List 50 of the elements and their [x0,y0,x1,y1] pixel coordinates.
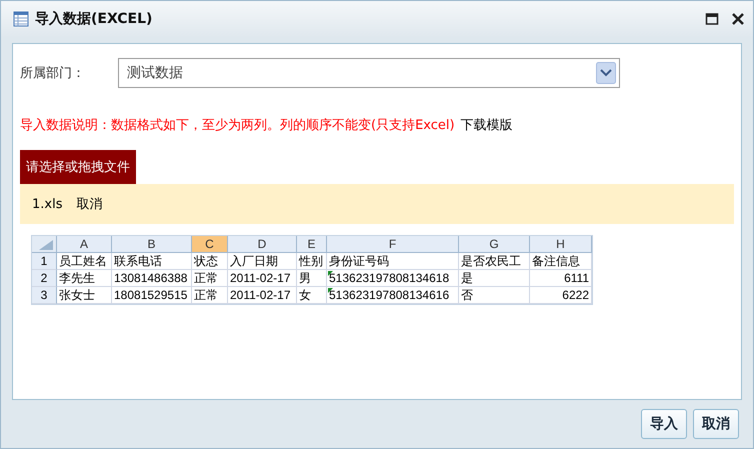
table-cell: 513623197808134616 [327,287,459,304]
maximize-icon[interactable] [705,12,719,26]
file-name: 1.xls [32,196,62,212]
department-select[interactable]: 测试数据 [118,58,620,88]
cancel-file-link[interactable]: 取消 [76,195,102,213]
table-cell: 正常 [192,270,228,287]
department-label: 所属部门： [20,65,86,82]
column-header[interactable]: D [228,236,297,253]
row-number: 1 [32,253,57,270]
column-header[interactable]: H [530,236,592,253]
table-cell: 13081486388 [112,270,192,287]
column-header[interactable]: E [297,236,327,253]
row-number: 3 [32,287,57,304]
column-header[interactable]: F [327,236,459,253]
column-header[interactable]: B [112,236,192,253]
table-cell: 18081529515 [112,287,192,304]
table-icon [13,11,29,27]
choose-file-button[interactable]: 请选择或拖拽文件 [20,150,136,184]
import-button[interactable]: 导入 [641,409,687,439]
table-cell: 入厂日期 [228,253,297,270]
import-instructions: 导入数据说明：数据格式如下，至少为两列。列的顺序不能变(只支持Excel) [20,117,455,134]
close-icon[interactable] [731,12,745,26]
table-cell: 是 [459,270,530,287]
table-cell: 李先生 [57,270,112,287]
table-cell: 身份证号码 [327,253,459,270]
dropdown-caret-icon [596,62,616,84]
table-cell: 2011-02-17 [228,270,297,287]
table-cell: 女 [297,287,327,304]
row-number: 2 [32,270,57,287]
table-cell: 正常 [192,287,228,304]
table-cell: 员工姓名 [57,253,112,270]
table-cell: 状态 [192,253,228,270]
column-header[interactable]: G [459,236,530,253]
table-cell: 是否农民工 [459,253,530,270]
table-cell: 男 [297,270,327,287]
table-cell: 否 [459,287,530,304]
table-cell: 2011-02-17 [228,287,297,304]
table-cell: 6222 [530,287,592,304]
table-cell: 张女士 [57,287,112,304]
cancel-button[interactable]: 取消 [693,409,739,439]
window-title: 导入数据(EXCEL) [35,10,154,28]
table-cell: 6111 [530,270,592,287]
table-cell: 联系电话 [112,253,192,270]
table-cell: 性别 [297,253,327,270]
column-header[interactable]: A [57,236,112,253]
corner-triangle-icon [39,240,53,250]
column-header[interactable]: C [192,236,228,253]
download-template-link[interactable]: 下载模版 [460,116,513,134]
table-cell: 备注信息 [530,253,592,270]
table-cell: 513623197808134618 [327,270,459,287]
